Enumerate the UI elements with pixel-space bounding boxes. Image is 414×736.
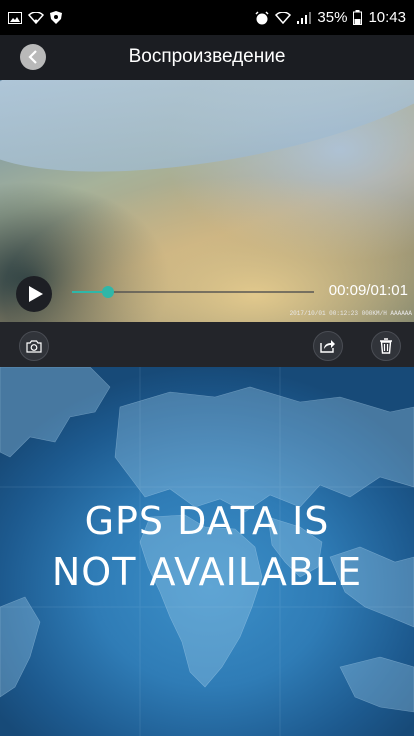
play-icon (28, 286, 43, 302)
status-left (8, 11, 62, 24)
battery-percent: 35% (317, 9, 348, 26)
share-icon (320, 340, 335, 353)
video-frame-highlight (0, 80, 414, 205)
gallery-notification-icon (8, 11, 22, 24)
delete-button[interactable] (371, 331, 401, 361)
cell-signal-icon (297, 11, 312, 24)
page-title: Воспроизведение (128, 46, 286, 67)
shield-icon (50, 11, 62, 24)
alarm-icon (255, 10, 269, 24)
camera-icon (26, 340, 42, 353)
snapshot-button[interactable] (19, 331, 49, 361)
clock: 10:43 (368, 9, 406, 26)
progress-slider[interactable] (72, 286, 314, 298)
status-bar: 35% 10:43 (0, 0, 414, 35)
status-right: 35% 10:43 (255, 9, 406, 26)
battery-icon (353, 10, 363, 25)
progress-handle[interactable] (102, 286, 115, 298)
time-display: 00:09/01:01 (328, 282, 408, 299)
gps-unavailable-line1: GPS data is (84, 499, 330, 543)
trash-icon (380, 338, 392, 354)
wifi-icon (28, 11, 44, 24)
gps-unavailable-line2: not available (51, 550, 363, 594)
video-player[interactable]: 00:09/01:01 2017/10/01 00:12:23 000KM/H … (0, 80, 414, 322)
play-button[interactable] (16, 276, 52, 312)
gps-map-panel: GPS data is not available (0, 367, 414, 736)
share-button[interactable] (313, 331, 343, 361)
media-toolbar (0, 322, 414, 367)
wifi-signal-icon (275, 11, 292, 24)
video-timestamp-overlay: 2017/10/01 00:12:23 000KM/H AAAAAA (289, 310, 412, 317)
top-bar: Воспроизведение (0, 35, 414, 80)
